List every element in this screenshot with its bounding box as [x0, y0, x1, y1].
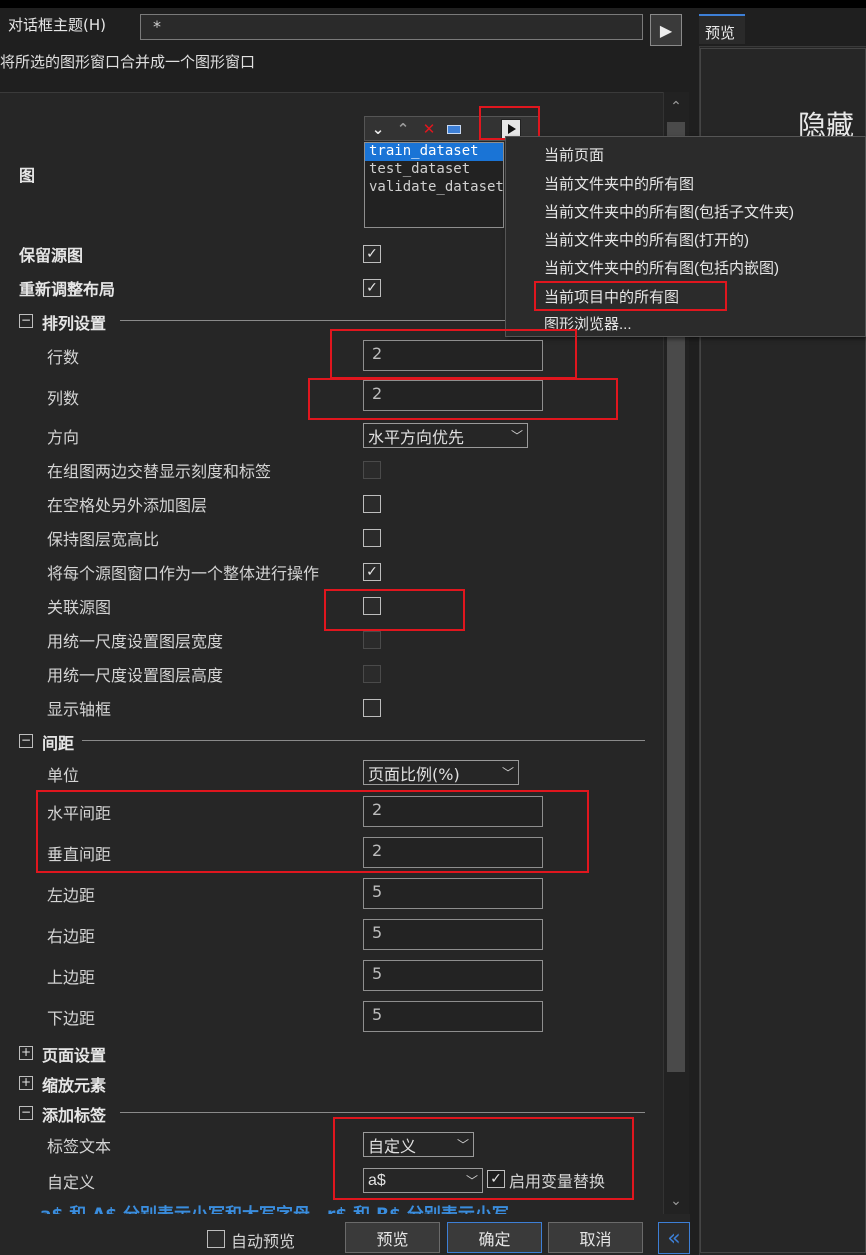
expand-page-setup-icon[interactable]: + [19, 1046, 33, 1060]
bottom-margin-input[interactable]: 5 [363, 1001, 543, 1032]
show-frame-label: 显示轴框 [47, 700, 112, 719]
dialog-description: 将所选的图形窗口合并成一个图形窗口 [0, 53, 256, 71]
menu-item-folder-embedded[interactable]: 当前文件夹中的所有图(包括内嵌图) [544, 257, 779, 278]
preview-button[interactable]: 预览 [345, 1222, 440, 1253]
as-whole-checkbox[interactable]: ✓ [363, 563, 381, 581]
tab-preview[interactable]: 预览 [699, 14, 745, 44]
auto-preview-checkbox[interactable] [207, 1230, 225, 1248]
highlight-cols [308, 378, 618, 420]
collapse-spacing-icon[interactable]: − [19, 734, 33, 748]
bottom-margin-label: 下边距 [47, 1009, 96, 1028]
uniform-height-label: 用统一尺度设置图层高度 [47, 666, 224, 685]
list-item[interactable]: train_dataset [365, 143, 503, 161]
relayout-label: 重新调整布局 [19, 280, 116, 299]
section-divider [82, 740, 645, 741]
highlight-rows [330, 329, 577, 379]
uniform-width-label: 用统一尺度设置图层宽度 [47, 632, 224, 651]
highlight-gaps [36, 790, 589, 873]
custom-label: 自定义 [47, 1173, 96, 1192]
theme-label: 对话框主题(H) [8, 16, 106, 34]
unit-label: 单位 [47, 766, 80, 785]
collapse-preview-icon[interactable]: « [658, 1222, 690, 1254]
direction-select[interactable]: 水平方向优先 ﹀ [363, 423, 528, 448]
add-layers-label: 在空格处另外添加图层 [47, 496, 208, 515]
chevron-down-icon: ﹀ [510, 429, 523, 443]
cancel-button[interactable]: 取消 [548, 1222, 643, 1253]
page-setup-section[interactable]: 页面设置 [42, 1042, 106, 1066]
run-theme-button[interactable]: ▶ [650, 14, 682, 46]
highlight-link-source [324, 589, 465, 631]
play-icon: ▶ [659, 20, 673, 40]
check-down-icon[interactable]: ⌄ [369, 120, 387, 138]
spacing-section-title: 间距 [42, 734, 75, 753]
left-margin-label: 左边距 [47, 886, 96, 905]
graph-label: 图 [19, 166, 36, 185]
menu-item-current-page[interactable]: 当前页面 [544, 144, 604, 165]
chevron-down-icon: ﹀ [501, 766, 514, 780]
label-text-label: 标签文本 [47, 1137, 112, 1156]
show-frame-checkbox[interactable] [363, 699, 381, 717]
list-item[interactable]: validate_dataset [365, 179, 503, 197]
ok-button[interactable]: 确定 [447, 1222, 542, 1253]
left-margin-input[interactable]: 5 [363, 878, 543, 909]
direction-label: 方向 [47, 428, 80, 447]
highlight-expand-button [479, 106, 540, 140]
right-margin-label: 右边距 [47, 927, 96, 946]
keep-aspect-label: 保持图层宽高比 [47, 530, 160, 549]
highlight-labels [333, 1117, 634, 1200]
uniform-height-checkbox[interactable] [363, 665, 381, 683]
section-divider [120, 320, 505, 321]
expand-scale-icon[interactable]: + [19, 1076, 33, 1090]
arrow-up-icon[interactable]: ⌃ [394, 120, 412, 138]
direction-value: 水平方向优先 [368, 427, 465, 447]
list-item[interactable]: test_dataset [365, 161, 503, 179]
alt-ticks-checkbox[interactable] [363, 461, 381, 479]
cols-label: 列数 [47, 389, 80, 408]
rows-label: 行数 [47, 348, 80, 367]
collapse-arrange-icon[interactable]: − [19, 314, 33, 328]
keep-aspect-checkbox[interactable] [363, 529, 381, 547]
scroll-down-icon[interactable]: ⌄ [663, 1188, 689, 1214]
scale-elements-section[interactable]: 缩放元素 [42, 1072, 106, 1096]
right-margin-input[interactable]: 5 [363, 919, 543, 950]
highlight-project-all [534, 281, 727, 311]
top-margin-label: 上边距 [47, 968, 96, 987]
as-whole-label: 将每个源图窗口作为一个整体进行操作 [47, 564, 320, 583]
arrange-section-title: 排列设置 [42, 314, 107, 333]
unit-value: 页面比例(%) [368, 764, 460, 784]
menu-item-folder-open[interactable]: 当前文件夹中的所有图(打开的) [544, 229, 749, 250]
add-layers-checkbox[interactable] [363, 495, 381, 513]
top-margin-input[interactable]: 5 [363, 960, 543, 991]
window-top-edge [0, 0, 866, 8]
alt-ticks-label: 在组图两边交替显示刻度和标签 [47, 462, 272, 481]
uniform-width-checkbox[interactable] [363, 631, 381, 649]
keep-source-checkbox[interactable]: ✓ [363, 245, 381, 263]
graph-listbox[interactable]: train_dataset test_dataset validate_data… [364, 142, 504, 228]
scroll-up-icon[interactable]: ⌃ [663, 92, 689, 122]
theme-input[interactable]: * [140, 14, 643, 40]
relayout-checkbox[interactable]: ✓ [363, 279, 381, 297]
auto-preview-label: 自动预览 [231, 1232, 296, 1251]
section-divider [120, 1112, 645, 1113]
minus-box-icon[interactable] [447, 125, 461, 134]
link-source-label: 关联源图 [47, 598, 112, 617]
menu-item-folder-all[interactable]: 当前文件夹中的所有图 [544, 173, 694, 194]
keep-source-label: 保留源图 [19, 246, 84, 265]
unit-select[interactable]: 页面比例(%) ﹀ [363, 760, 519, 785]
add-labels-section: 添加标签 [42, 1106, 107, 1125]
menu-item-folder-subfolders[interactable]: 当前文件夹中的所有图(包括子文件夹) [544, 201, 794, 222]
collapse-labels-icon[interactable]: − [19, 1106, 33, 1120]
delete-x-icon[interactable]: ✕ [420, 120, 438, 138]
